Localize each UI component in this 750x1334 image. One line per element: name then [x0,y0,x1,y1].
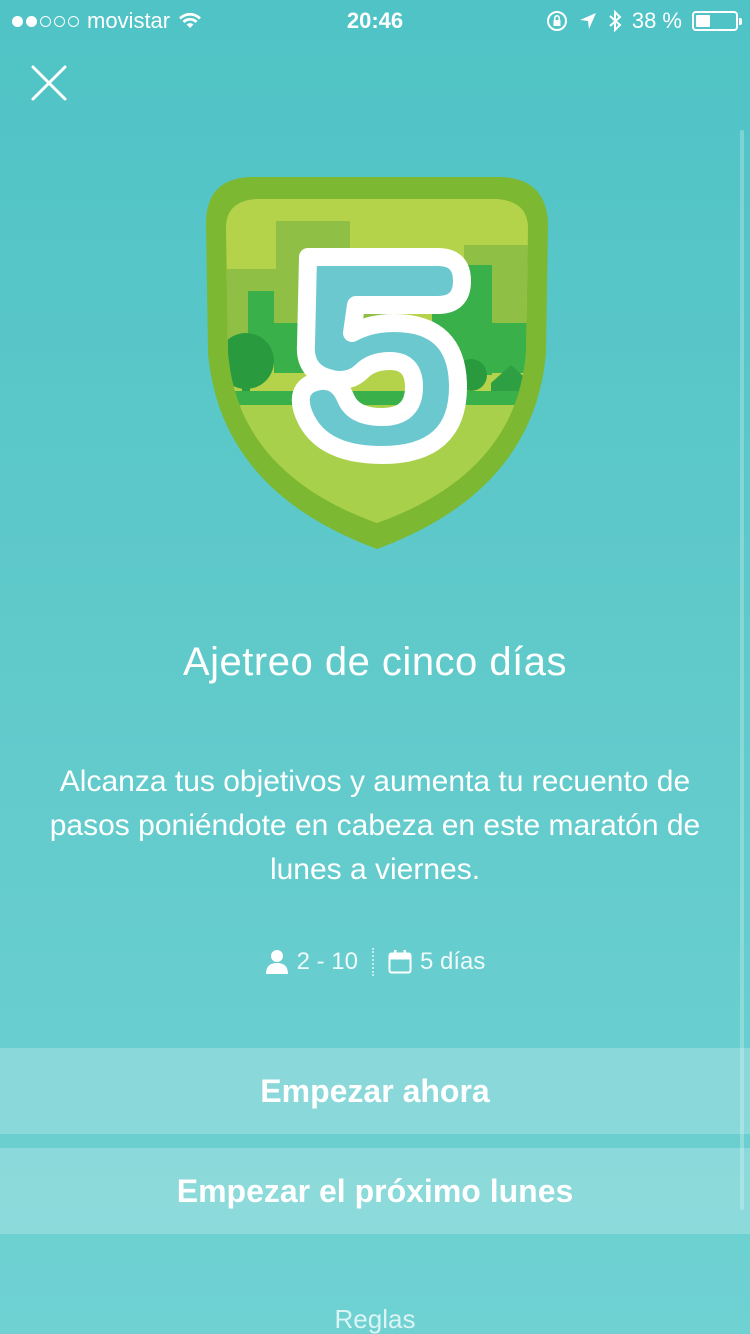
start-now-button[interactable]: Empezar ahora [0,1048,750,1134]
battery-level [696,15,710,27]
challenge-title: Ajetreo de cinco días [182,640,568,684]
duration-info: 5 días [388,948,485,976]
status-bar: movistar 20:46 38 % [0,0,750,40]
challenge-meta: 2 - 10 5 días [0,948,750,976]
battery-icon [692,11,742,31]
participants-info: 2 - 10 [265,948,358,976]
person-icon [265,950,288,974]
rules-link[interactable]: Reglas [0,1304,750,1334]
challenge-description: Alcanza tus objetivos y aumenta tu recue… [49,765,701,886]
badge-number-shape [291,248,471,464]
meta-divider [371,948,374,976]
status-right: 38 % [546,8,742,34]
location-icon [579,13,596,29]
participants-range: 2 - 10 [296,948,358,975]
duration-value: 5 días [419,948,486,975]
start-next-monday-button[interactable]: Empezar el próximo lunes [0,1148,750,1234]
challenge-badge: 5 [206,177,548,549]
bluetooth-icon [609,10,622,32]
close-button[interactable] [28,62,70,104]
orientation-lock-icon [546,11,567,31]
battery-percent: 38 % [631,8,682,33]
close-icon [31,65,67,101]
calendar-icon [388,950,412,974]
